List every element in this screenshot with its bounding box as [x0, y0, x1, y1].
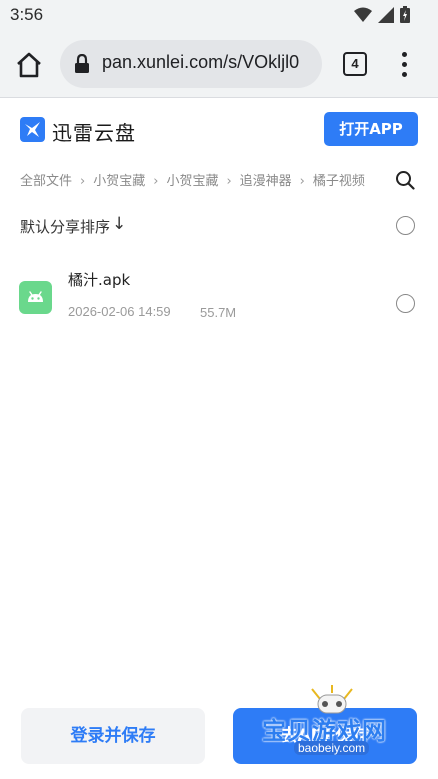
browser-menu-button[interactable]	[394, 50, 414, 80]
file-size: 55.7M	[200, 305, 237, 320]
file-date: 2026-02-06 14:59	[68, 304, 171, 319]
chevron-right-icon: ›	[80, 174, 86, 189]
chevron-right-icon: ›	[299, 174, 305, 189]
search-icon[interactable]	[395, 170, 415, 190]
android-app-icon	[19, 281, 52, 314]
status-icons	[354, 6, 410, 23]
open-app-button[interactable]: 打开APP	[324, 112, 418, 146]
breadcrumb-trail: 全部文件 › 小贺宝藏 › 小贺宝藏 › 追漫神器 › 橘子视频	[20, 170, 385, 189]
breadcrumb-item[interactable]: 小贺宝藏	[93, 174, 145, 189]
sort-direction-icon[interactable]: ↓	[112, 214, 126, 234]
wifi-icon	[354, 7, 372, 22]
lock-icon	[75, 54, 89, 73]
chevron-right-icon: ›	[153, 174, 159, 189]
breadcrumb-item[interactable]: 小贺宝藏	[166, 174, 218, 189]
app-name: 迅雷云盘	[52, 121, 136, 145]
sort-order-dropdown[interactable]: 默认分享排序	[20, 216, 110, 237]
cellular-signal-icon	[378, 6, 394, 23]
browser-toolbar: pan.xunlei.com/s/VOkljl0 4	[0, 30, 438, 98]
status-time: 3:56	[10, 5, 44, 24]
file-name: 橘汁.apk	[68, 271, 131, 289]
select-all-checkbox[interactable]	[396, 216, 415, 235]
login-and-save-button[interactable]: 登录并保存	[21, 708, 205, 764]
sort-row: 默认分享排序 ↓	[0, 206, 438, 246]
breadcrumb: 全部文件 › 小贺宝藏 › 小贺宝藏 › 追漫神器 › 橘子视频	[0, 160, 438, 198]
breadcrumb-item[interactable]: 全部文件	[20, 174, 72, 189]
app-header: 迅雷云盘 打开APP	[0, 98, 438, 160]
status-bar: 3:56	[0, 0, 438, 30]
tab-switcher-button[interactable]: 4	[343, 52, 367, 76]
breadcrumb-item[interactable]: 橘子视频	[313, 174, 365, 189]
battery-icon	[400, 6, 410, 23]
file-select-checkbox[interactable]	[396, 294, 415, 313]
url-text: pan.xunlei.com/s/VOkljl0	[102, 52, 300, 72]
save-in-app-button[interactable]: 去APP保存	[233, 708, 417, 764]
chevron-right-icon: ›	[226, 174, 232, 189]
address-bar[interactable]: pan.xunlei.com/s/VOkljl0	[60, 40, 322, 88]
xunlei-logo-icon	[20, 117, 45, 142]
list-item[interactable]: 橘汁.apk 2026-02-06 14:59 55.7M	[0, 258, 438, 338]
home-icon[interactable]	[14, 50, 44, 80]
breadcrumb-item[interactable]: 追漫神器	[240, 174, 292, 189]
